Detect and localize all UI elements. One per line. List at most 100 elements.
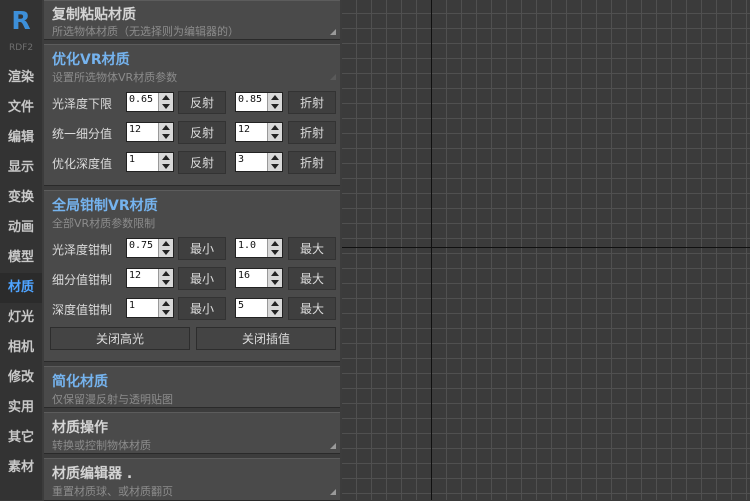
spinner-value[interactable]: 5 (238, 300, 244, 311)
row-label: 优化深度值 (52, 157, 113, 171)
apply-refract-button[interactable]: 折射 (288, 151, 336, 174)
spinner-value[interactable]: 1 (129, 154, 135, 165)
depth-reflect-spinner[interactable]: 1 (126, 152, 174, 172)
apply-refract-button[interactable]: 折射 (288, 91, 336, 114)
spin-up-icon[interactable] (271, 271, 279, 276)
horizontal-axis-line (342, 247, 750, 248)
spin-up-icon[interactable] (162, 241, 170, 246)
spin-down-icon[interactable] (271, 310, 279, 315)
spin-up-icon[interactable] (271, 155, 279, 160)
spin-up-icon[interactable] (162, 95, 170, 100)
nav-item-modify[interactable]: 修改 (0, 363, 42, 393)
nav-item-display[interactable]: 显示 (0, 153, 42, 183)
apply-reflect-button[interactable]: 反射 (178, 151, 226, 174)
spin-down-icon[interactable] (271, 280, 279, 285)
spin-up-icon[interactable] (271, 301, 279, 306)
rollout-optimize-vr: 优化VR材质 设置所选物体VR材质参数 光泽度下限 0.65 反射 0.85 折… (44, 44, 340, 186)
expand-corner-icon[interactable] (330, 443, 336, 449)
viewport-grid[interactable] (342, 0, 750, 500)
clamp-max-button[interactable]: 最大 (288, 237, 336, 260)
rollout-title: 材质操作 (52, 420, 108, 436)
nav-item-other[interactable]: 其它 (0, 423, 42, 453)
spin-down-icon[interactable] (271, 134, 279, 139)
spinner-value[interactable]: 0.75 (129, 240, 153, 251)
rollout-title[interactable]: 简化材质 (52, 371, 108, 391)
nav-item-transform[interactable]: 变换 (0, 183, 42, 213)
app-version: RDF2 (8, 43, 34, 53)
rollout-subtitle: 重置材质球、或材质翻页 (52, 485, 173, 498)
spin-up-icon[interactable] (162, 125, 170, 130)
rollout-subtitle: 转换或控制物体材质 (52, 439, 151, 452)
spinner-value[interactable]: 0.85 (238, 94, 262, 105)
spin-down-icon[interactable] (162, 310, 170, 315)
nav-item-model[interactable]: 模型 (0, 243, 42, 273)
nav-item-utility[interactable]: 实用 (0, 393, 42, 423)
nav-item-file[interactable]: 文件 (0, 93, 42, 123)
spin-down-icon[interactable] (271, 164, 279, 169)
rollout-simplify[interactable]: 简化材质 仅保留漫反射与透明贴图 (44, 366, 340, 408)
rollout-title: 材质编辑器 . (52, 466, 133, 482)
clamp-max-button[interactable]: 最大 (288, 267, 336, 290)
expand-corner-icon[interactable] (330, 489, 336, 495)
nav-item-edit[interactable]: 编辑 (0, 123, 42, 153)
spin-down-icon[interactable] (162, 250, 170, 255)
subdivs-reflect-spinner[interactable]: 12 (126, 122, 174, 142)
spinner-value[interactable]: 12 (129, 270, 141, 281)
spin-down-icon[interactable] (271, 250, 279, 255)
close-highlight-button[interactable]: 关闭高光 (50, 327, 190, 350)
rollout-subtitle: 设置所选物体VR材质参数 (52, 71, 178, 84)
nav-item-camera[interactable]: 相机 (0, 333, 42, 363)
collapse-corner-icon[interactable] (330, 74, 336, 80)
apply-reflect-button[interactable]: 反射 (178, 121, 226, 144)
spinner-value[interactable]: 12 (238, 124, 250, 135)
spin-up-icon[interactable] (271, 125, 279, 130)
spin-down-icon[interactable] (162, 134, 170, 139)
clamp-subdivs-min-spinner[interactable]: 12 (126, 268, 174, 288)
glossiness-min-spinner[interactable]: 0.65 (126, 92, 174, 112)
spin-up-icon[interactable] (162, 301, 170, 306)
app-logo: R (11, 6, 31, 35)
clamp-subdivs-max-spinner[interactable]: 16 (235, 268, 283, 288)
nav-item-light[interactable]: 灯光 (0, 303, 42, 333)
nav-item-assets[interactable]: 素材 (0, 453, 42, 483)
spinner-value[interactable]: 3 (238, 154, 244, 165)
apply-reflect-button[interactable]: 反射 (178, 91, 226, 114)
nav-item-animation[interactable]: 动画 (0, 213, 42, 243)
spin-down-icon[interactable] (271, 104, 279, 109)
nav-item-material[interactable]: 材质 (0, 273, 42, 303)
spin-down-icon[interactable] (162, 280, 170, 285)
spin-up-icon[interactable] (162, 155, 170, 160)
rollout-title[interactable]: 全局钳制VR材质 (52, 195, 158, 215)
spin-down-icon[interactable] (162, 164, 170, 169)
spinner-value[interactable]: 16 (238, 270, 250, 281)
spinner-value[interactable]: 1.0 (238, 240, 256, 251)
spinner-value[interactable]: 12 (129, 124, 141, 135)
spin-down-icon[interactable] (162, 104, 170, 109)
clamp-min-button[interactable]: 最小 (178, 297, 226, 320)
rollout-material-editor[interactable]: 材质编辑器 . 重置材质球、或材质翻页 (44, 458, 340, 501)
spin-up-icon[interactable] (271, 95, 279, 100)
spin-up-icon[interactable] (271, 241, 279, 246)
spinner-value[interactable]: 1 (129, 300, 135, 311)
clamp-max-button[interactable]: 最大 (288, 297, 336, 320)
spin-up-icon[interactable] (162, 271, 170, 276)
clamp-depth-min-spinner[interactable]: 1 (126, 298, 174, 318)
spinner-value[interactable]: 0.65 (129, 94, 153, 105)
glossiness-refract-spinner[interactable]: 0.85 (235, 92, 283, 112)
row-label: 光泽度下限 (52, 97, 113, 111)
clamp-depth-max-spinner[interactable]: 5 (235, 298, 283, 318)
close-interpolation-button[interactable]: 关闭插值 (196, 327, 336, 350)
depth-refract-spinner[interactable]: 3 (235, 152, 283, 172)
clamp-min-button[interactable]: 最小 (178, 267, 226, 290)
nav-item-render[interactable]: 渲染 (0, 63, 42, 93)
expand-corner-icon[interactable] (330, 29, 336, 35)
clamp-min-button[interactable]: 最小 (178, 237, 226, 260)
clamp-gloss-max-spinner[interactable]: 1.0 (235, 238, 283, 258)
row-label: 细分值钳制 (52, 273, 113, 287)
apply-refract-button[interactable]: 折射 (288, 121, 336, 144)
clamp-gloss-min-spinner[interactable]: 0.75 (126, 238, 174, 258)
subdivs-refract-spinner[interactable]: 12 (235, 122, 283, 142)
rollout-copy-paste[interactable]: 复制粘贴材质 所选物体材质（无选择则为编辑器的） (44, 0, 340, 40)
rollout-material-operation[interactable]: 材质操作 转换或控制物体材质 (44, 412, 340, 454)
rollout-title[interactable]: 优化VR材质 (52, 49, 130, 69)
